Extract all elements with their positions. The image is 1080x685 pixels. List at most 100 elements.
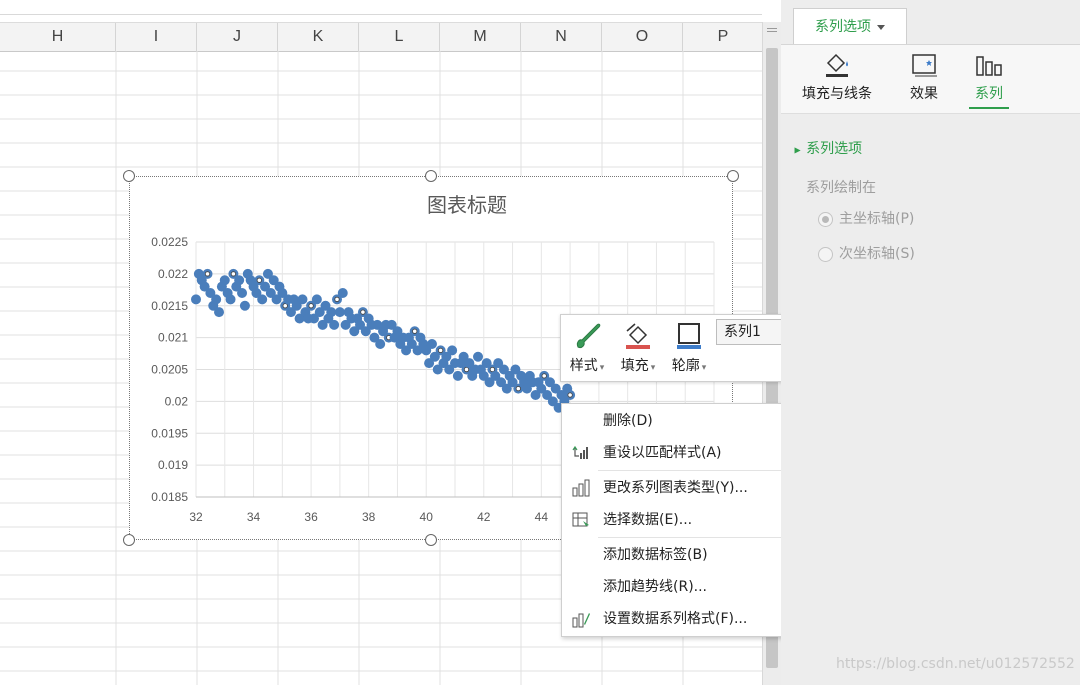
series-select-value: 系列1 [724, 324, 761, 340]
selected-point-marker [282, 303, 288, 309]
data-point[interactable] [257, 294, 268, 305]
column-header-p[interactable]: P [683, 23, 762, 51]
y-tick-label: 0.0185 [151, 490, 188, 504]
secondary-axis-label: 次坐标轴(S) [839, 246, 915, 262]
style-button[interactable]: 样式 [565, 321, 609, 375]
selected-point-marker [204, 271, 211, 277]
resize-handle-top[interactable] [425, 170, 437, 182]
menu-separator [598, 470, 788, 471]
primary-axis-label: 主坐标轴(P) [839, 211, 915, 227]
radio-primary-axis[interactable] [818, 211, 833, 227]
data-point[interactable] [225, 294, 236, 305]
context-menu: 删除(D) 重设以匹配样式(A) 更改系列图表类型(Y)... 选择数据(E).… [561, 403, 793, 637]
column-header-j[interactable]: J [197, 23, 278, 51]
chart-title[interactable]: 图表标题 [427, 193, 507, 217]
format-series-icon [572, 613, 590, 628]
selected-point-marker [308, 303, 314, 309]
subtab-label: 系列 [975, 86, 1003, 102]
menu-item-reset-style[interactable]: 重设以匹配样式(A) [562, 438, 792, 468]
selected-point-marker [438, 347, 444, 353]
x-tick-label: 40 [420, 510, 434, 524]
y-tick-label: 0.021 [158, 331, 188, 345]
menu-item-label: 添加数据标签(B) [603, 547, 708, 563]
data-point[interactable] [311, 294, 322, 305]
menu-item-delete[interactable]: 删除(D) [562, 406, 792, 436]
data-point[interactable] [239, 300, 250, 311]
data-point[interactable] [337, 288, 348, 298]
menu-item-label: 删除(D) [603, 413, 653, 429]
column-header-l[interactable]: L [359, 23, 440, 51]
selected-point-marker [567, 392, 573, 398]
menu-item-change-chart-type[interactable]: 更改系列图表类型(Y)... [562, 473, 792, 503]
resize-handle-tl[interactable] [123, 170, 135, 182]
data-point[interactable] [375, 339, 386, 349]
data-point[interactable] [473, 351, 484, 362]
data-point[interactable] [211, 294, 222, 305]
selected-point-marker [489, 366, 496, 373]
menu-item-label: 添加趋势线(R)... [603, 579, 708, 595]
data-point[interactable] [237, 288, 248, 298]
subtab-label: 填充与线条 [802, 86, 872, 102]
column-header-n[interactable]: N [521, 23, 602, 51]
outline-button[interactable]: 轮廓 [667, 321, 711, 375]
column-header-o[interactable]: O [602, 23, 683, 51]
data-point[interactable] [234, 275, 245, 286]
menu-item-label: 重设以匹配样式(A) [603, 445, 722, 461]
menu-item-label: 更改系列图表类型(Y)... [603, 480, 748, 496]
data-point[interactable] [452, 370, 463, 381]
section-series-options[interactable]: 系列选项 [795, 138, 862, 158]
data-point[interactable] [297, 294, 308, 305]
data-point[interactable] [191, 294, 201, 305]
resize-handle-bottom[interactable] [425, 534, 437, 546]
subtab-effects[interactable]: 效果 [906, 51, 942, 103]
menu-item-select-data[interactable]: 选择数据(E)... [562, 505, 792, 535]
style-label: 样式 [565, 355, 609, 375]
selected-point-marker [541, 373, 547, 379]
x-tick-label: 44 [535, 510, 549, 524]
column-header-k[interactable]: K [278, 23, 359, 51]
watermark: https://blog.csdn.net/u012572552 [836, 656, 1075, 672]
tab-series-options[interactable]: 系列选项 [793, 8, 907, 44]
subtab-series[interactable]: 系列 [969, 51, 1009, 109]
select-data-icon [572, 512, 589, 527]
resize-handle-tr[interactable] [727, 170, 739, 182]
y-tick-label: 0.022 [158, 267, 188, 281]
data-point[interactable] [329, 319, 340, 330]
y-tick-label: 0.0225 [151, 235, 188, 249]
series-bars-icon [976, 56, 1002, 76]
x-tick-label: 38 [362, 510, 376, 524]
column-header-i[interactable]: I [116, 23, 197, 51]
effects-icon [912, 54, 937, 77]
subtab-fill-line[interactable]: 填充与线条 [798, 51, 876, 103]
tab-series-options-label: 系列选项 [815, 19, 871, 35]
outline-label: 轮廓 [667, 355, 711, 375]
bar-chart-icon [572, 479, 590, 497]
selected-point-marker [334, 296, 340, 302]
primary-axis-option[interactable]: 主坐标轴(P) [818, 208, 914, 228]
paint-bucket-icon [626, 323, 650, 349]
column-header-row: H I J K L M N O P [0, 22, 762, 52]
data-point[interactable] [214, 307, 225, 318]
panel-subtabs: 填充与线条 效果 系列 [781, 44, 1080, 114]
menu-item-add-trendline[interactable]: 添加趋势线(R)... [562, 572, 792, 602]
selected-point-marker [230, 271, 237, 277]
selected-point-marker [360, 309, 366, 315]
fill-button[interactable]: 填充 [616, 321, 660, 375]
data-point[interactable] [334, 307, 345, 318]
menu-item-format-series[interactable]: 设置数据系列格式(F)... [562, 604, 792, 634]
selected-point-marker [412, 328, 418, 334]
menu-item-add-data-labels[interactable]: 添加数据标签(B) [562, 540, 792, 570]
radio-secondary-axis[interactable] [818, 246, 833, 262]
outline-icon [677, 323, 701, 349]
selected-point-marker [515, 386, 521, 392]
resize-handle-bl[interactable] [123, 534, 135, 546]
data-point[interactable] [426, 339, 437, 349]
menu-item-label: 设置数据系列格式(F)... [603, 611, 748, 627]
data-point[interactable] [326, 307, 337, 318]
secondary-axis-option[interactable]: 次坐标轴(S) [818, 243, 915, 263]
scroll-grip-icon [767, 28, 777, 29]
data-point[interactable] [219, 275, 230, 286]
data-point[interactable] [447, 345, 458, 356]
column-header-m[interactable]: M [440, 23, 521, 51]
column-header-h[interactable]: H [0, 23, 116, 51]
